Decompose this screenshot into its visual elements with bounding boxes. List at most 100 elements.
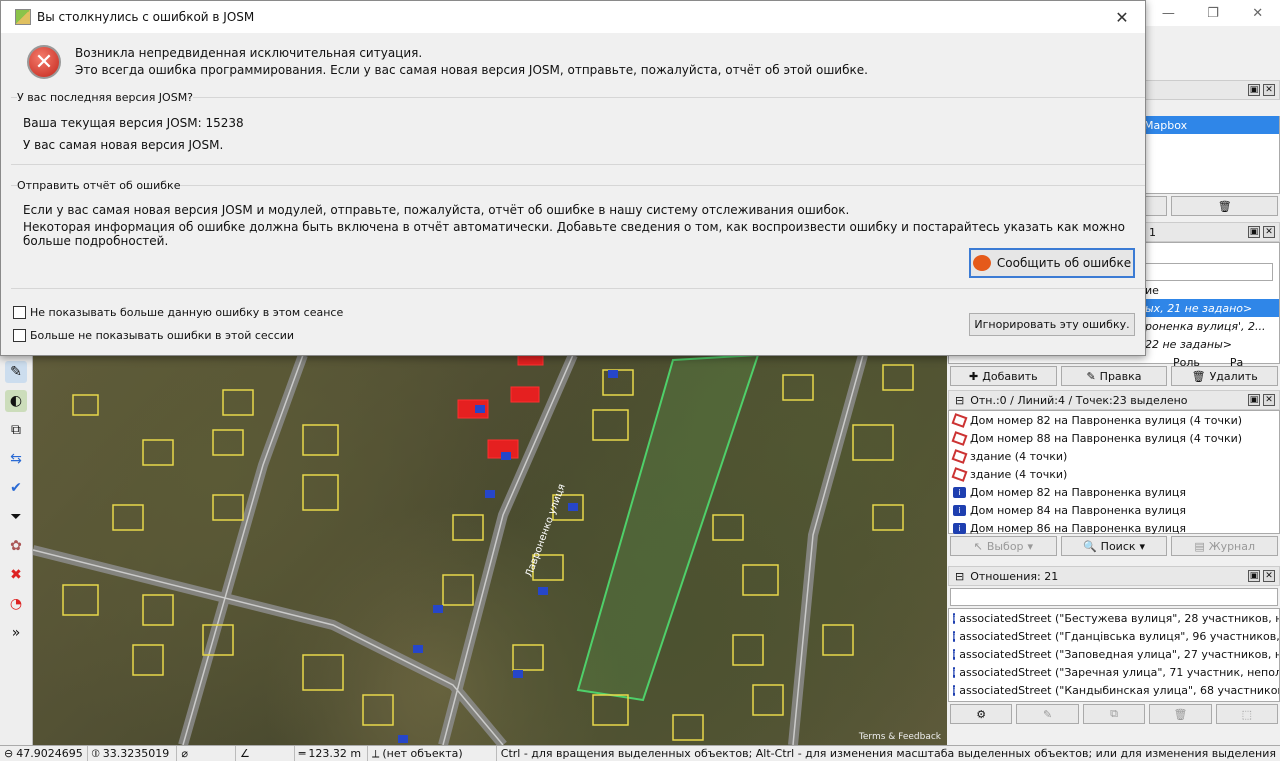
report-line-1: Если у вас самая новая версия JOSM и мод… [23, 203, 850, 217]
conflict-icon[interactable]: ◔ [5, 593, 27, 615]
heading-icon: ⌀ [181, 747, 188, 760]
tags-input[interactable] [1139, 263, 1273, 281]
detach-icon[interactable]: ▣ [1248, 394, 1260, 406]
warning-icon[interactable]: ✖ [5, 564, 27, 586]
layer-item[interactable]: Mapbox [1139, 116, 1279, 134]
relations-list[interactable]: i associatedStreet ("Бестужева вулиця", 2… [948, 608, 1280, 702]
way-icon [951, 412, 968, 428]
dialog-titlebar: Вы столкнулись с ошибкой в JOSM ✕ [1, 1, 1145, 33]
version-section-title: У вас последняя версия JOSM? [17, 91, 194, 104]
tags-buttons: ✚ Добавить ✎ Правка 🗑 Удалить [948, 364, 1280, 388]
improve-way-icon[interactable]: ◐ [5, 390, 27, 412]
filter-icon[interactable]: ⏷ [5, 506, 27, 528]
collapse-icon[interactable]: ⊟ [955, 394, 964, 407]
collapse-icon[interactable]: ⊟ [955, 570, 964, 583]
trash-icon: 🗑 [1191, 369, 1206, 383]
relation-item[interactable]: i associatedStreet ("Кандыбинская улица",… [949, 681, 1279, 699]
search-button[interactable]: 🔍 Поиск ▾ [1060, 536, 1168, 556]
detach-icon[interactable]: ▣ [1248, 570, 1260, 582]
minimize-icon[interactable]: — [1153, 6, 1183, 21]
journal-icon: ▤ [1194, 539, 1205, 553]
detach-icon[interactable]: ▣ [1248, 84, 1260, 96]
edit-icon: ✎ [1086, 369, 1096, 383]
dropdown-icon[interactable]: ▾ [1140, 540, 1146, 553]
plus-icon: ✚ [969, 369, 979, 383]
selection-panel-header: ⊟ Отн.:0 / Линий:4 / Точек:23 выделено ▣… [948, 390, 1280, 410]
draw-icon[interactable]: ✎ [5, 361, 27, 383]
relation-item[interactable]: i associatedStreet ("Бестужева вулиця", 2… [949, 609, 1279, 627]
panel-close-icon[interactable]: ✕ [1263, 84, 1275, 96]
error-icon: ✕ [27, 45, 61, 79]
selection-item[interactable]: Дом номер 82 на Павроненка вулиця (4 точ… [949, 411, 1279, 429]
close-icon[interactable]: ✕ [1099, 8, 1145, 27]
relation-icon: i [953, 612, 956, 624]
edit-tag-button[interactable]: ✎ Правка [1060, 366, 1168, 386]
selection-item[interactable]: здание (4 точки) [949, 465, 1279, 483]
checkbox-box[interactable] [13, 306, 26, 319]
report-bug-button[interactable]: Сообщить об ошибке [969, 248, 1135, 278]
duplicate-relation-button[interactable]: ⧉ [1082, 704, 1146, 724]
dont-show-all-checkbox[interactable]: Больше не показывать ошибки в этой сесси… [13, 329, 294, 342]
relations-title: Отношения: 21 [970, 569, 1059, 583]
delete-tag-button[interactable]: 🗑 Удалить [1171, 366, 1279, 386]
detach-icon[interactable]: ▣ [1248, 226, 1260, 238]
selection-item[interactable]: i Дом номер 84 на Павроненка вулиця [949, 501, 1279, 519]
report-line-2: Некоторая информация об ошибке должна бы… [23, 220, 1125, 248]
selection-list[interactable]: Дом номер 82 на Павроненка вулиця (4 точ… [948, 410, 1280, 535]
object-value: (нет объекта) [382, 747, 463, 760]
error-line-1: Возникла непредвиденная исключительная с… [75, 46, 423, 60]
cursor-icon: ↖ [973, 539, 983, 553]
map-view[interactable]: Лавроненко улиця Terms & Feedback [33, 355, 947, 745]
panel-close-icon[interactable]: ✕ [1263, 394, 1275, 406]
node-icon: i [953, 504, 966, 516]
street-label: Лавроненко улиця [524, 483, 568, 579]
way-icon [951, 466, 968, 482]
checkbox-box[interactable] [13, 329, 26, 342]
relation-icon: i [953, 630, 956, 642]
delete-relation-button[interactable]: 🗑 [1149, 704, 1212, 724]
relation-icon: i [953, 684, 956, 696]
selection-item[interactable]: здание (4 точки) [949, 447, 1279, 465]
journal-button[interactable]: ▤ Журнал [1171, 536, 1279, 556]
ignore-error-button[interactable]: Игнорировать эту ошибку. [969, 313, 1135, 336]
more-icon[interactable]: » [5, 622, 27, 644]
node-icon: i [953, 486, 966, 498]
dont-show-session-checkbox[interactable]: Не показывать больше данную ошибку в это… [13, 306, 343, 319]
relations-panel-header: ⊟ Отношения: 21 ▣ ✕ [948, 566, 1280, 586]
layer-delete-button[interactable]: 🗑 [1171, 196, 1279, 216]
selection-item[interactable]: i Дом номер 82 на Павроненка вулиця [949, 483, 1279, 501]
angle-icon: ∠ [240, 747, 250, 760]
new-relation-button[interactable]: ⚙ [950, 704, 1013, 724]
error-line-2: Это всегда ошибка программирования. Если… [75, 63, 868, 77]
relation-item[interactable]: i associatedStreet ("Гданцівська вулиця",… [949, 627, 1279, 645]
split-icon[interactable]: ⇆ [5, 448, 27, 470]
add-tag-button[interactable]: ✚ Добавить [950, 366, 1057, 386]
status-bar: ⊖ 47.9024695 ⦶ 33.3235019 ⌀ ∠ ═ 123.32 m ⟂(… [0, 745, 1280, 761]
style-icon[interactable]: ✿ [5, 535, 27, 557]
parallel-icon[interactable]: ⧉ [5, 419, 27, 441]
selection-title: Отн.:0 / Линий:4 / Точек:23 выделено [970, 393, 1188, 407]
select-relation-button[interactable]: ⬚ [1215, 704, 1279, 724]
close-icon[interactable]: ✕ [1243, 6, 1273, 21]
josm-logo-icon [15, 9, 31, 25]
relation-item[interactable]: i associatedStreet ("Заречная улица", 71 … [949, 663, 1279, 681]
dialog-title: Вы столкнулись с ошибкой в JOSM [37, 10, 255, 24]
edit-relation-button[interactable]: ✎ [1016, 704, 1079, 724]
relation-item[interactable]: i associatedStreet ("Заповедная улица", 2… [949, 645, 1279, 663]
select-button[interactable]: ↖ Выбор ▾ [950, 536, 1057, 556]
bug-icon [972, 255, 991, 271]
terms-feedback-link[interactable]: Terms & Feedback [859, 732, 941, 742]
map-overlay: Лавроненко улиця [33, 355, 914, 745]
dropdown-icon[interactable]: ▾ [1028, 540, 1034, 553]
panel-close-icon[interactable]: ✕ [1263, 570, 1275, 582]
restore-icon[interactable]: ❐ [1198, 6, 1228, 21]
distance-icon: ═ [298, 747, 306, 760]
panel-close-icon[interactable]: ✕ [1263, 226, 1275, 238]
error-dialog: Вы столкнулись с ошибкой в JOSM ✕ ✕ Возн… [0, 0, 1146, 356]
selection-item[interactable]: Дом номер 88 на Павроненка вулиця (4 точ… [949, 429, 1279, 447]
relation-icon: i [953, 648, 956, 660]
validate-icon[interactable]: ✔ [5, 477, 27, 499]
relations-filter-input[interactable] [950, 588, 1278, 606]
current-version-text: Ваша текущая версия JOSM: 15238 [23, 116, 244, 130]
node-icon: i [953, 522, 966, 534]
